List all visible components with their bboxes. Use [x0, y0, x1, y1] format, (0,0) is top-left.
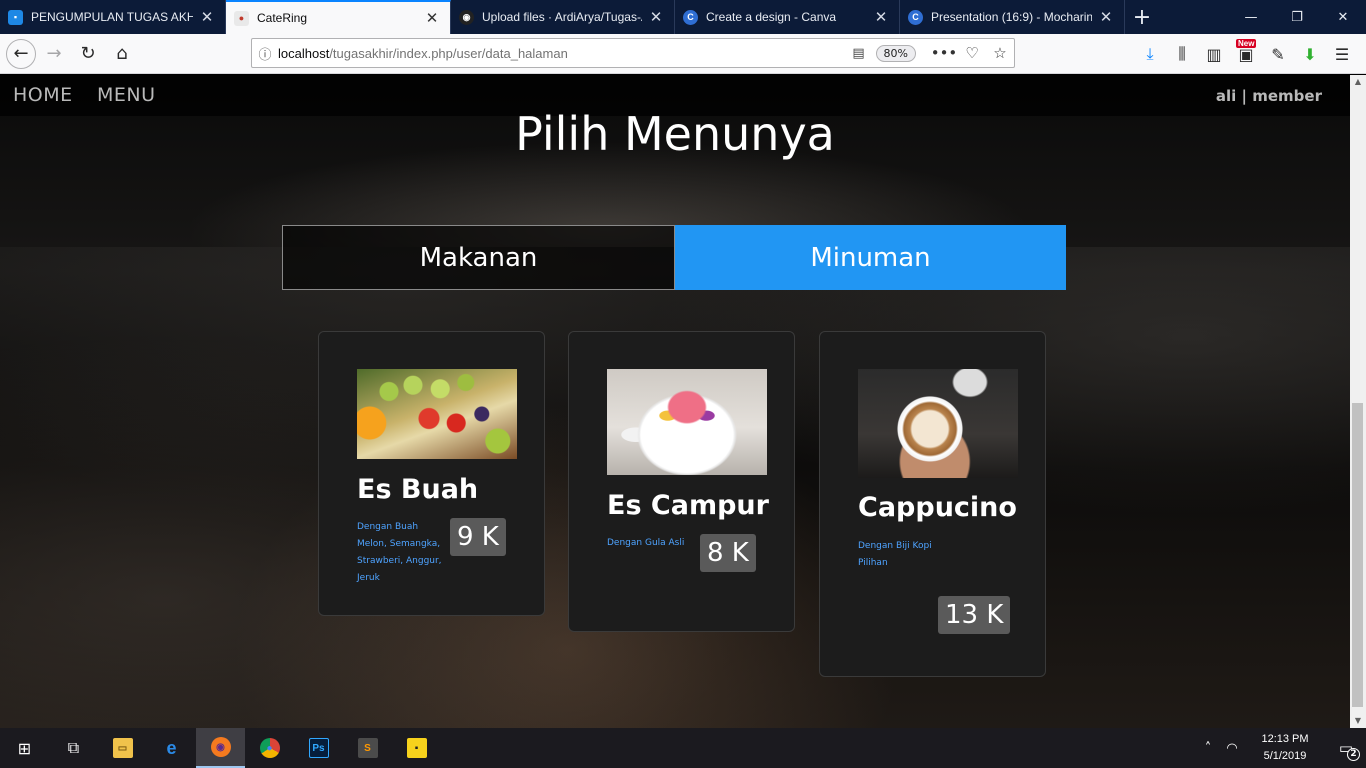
clock-date: 5/1/2019: [1263, 750, 1307, 762]
photoshop-icon[interactable]: Ps: [294, 728, 343, 768]
clock[interactable]: 12:13 PM 5/1/2019: [1252, 731, 1318, 765]
tab-minuman[interactable]: Minuman: [675, 225, 1066, 290]
reader-view-icon[interactable]: ▤: [848, 46, 870, 61]
page-title: Pilih Menunya: [515, 107, 835, 161]
new-tab-button[interactable]: +: [1125, 0, 1159, 34]
item-price: 8 K: [700, 534, 756, 572]
chrome-icon[interactable]: ●: [245, 728, 294, 768]
tab-title: Presentation (16:9) - Mocharin: [931, 10, 1092, 24]
menu-card-es-buah[interactable]: Es Buah Dengan Buah Melon, Semangka, Str…: [318, 331, 545, 616]
scroll-down-icon[interactable]: ▼: [1350, 714, 1366, 728]
close-tab-icon[interactable]: ✕: [873, 8, 889, 26]
item-description: Dengan Biji Kopi Pilihan: [858, 541, 932, 568]
es-campur-image: [607, 369, 767, 475]
extension-icon[interactable]: ▣ New: [1230, 38, 1262, 64]
close-tab-icon[interactable]: ✕: [1098, 8, 1114, 26]
download-helper-icon[interactable]: ⬇: [1294, 45, 1326, 64]
close-tab-icon[interactable]: ✕: [648, 8, 664, 26]
cappucino-image: [858, 369, 1018, 478]
site-info-icon[interactable]: ⓘ: [252, 44, 278, 63]
url-bar[interactable]: ⓘ localhost/tugasakhir/index.php/user/da…: [251, 38, 1015, 68]
es-buah-image: [357, 369, 517, 459]
pocket-icon[interactable]: ♡: [958, 44, 986, 62]
item-price: 13 K: [938, 596, 1011, 634]
tab-title: CateRing: [257, 11, 308, 25]
back-button[interactable]: ←: [6, 38, 36, 69]
downloads-icon[interactable]: ⤓: [1134, 44, 1166, 64]
window-controls: — ❐ ✕: [1228, 0, 1366, 34]
github-icon: ◉: [459, 9, 474, 25]
minimize-icon[interactable]: —: [1228, 0, 1274, 34]
canva-icon: C: [683, 9, 698, 25]
url-path: /tugasakhir/index.php/user/data_halaman: [329, 45, 568, 61]
file-explorer-icon[interactable]: ▭: [98, 728, 147, 768]
bookmark-star-icon[interactable]: ☆: [986, 44, 1014, 62]
zoom-indicator[interactable]: 80%: [875, 44, 916, 62]
new-badge: New: [1236, 38, 1257, 48]
forward-button[interactable]: →: [38, 38, 70, 70]
edge-icon[interactable]: e: [147, 728, 196, 768]
url-text[interactable]: localhost/tugasakhir/index.php/user/data…: [278, 46, 848, 61]
menu-card-es-campur[interactable]: Es Campur Dengan Gula Asli 8 K: [568, 331, 795, 632]
scroll-up-icon[interactable]: ▲: [1350, 75, 1366, 89]
sticky-notes-icon[interactable]: ▪: [392, 728, 441, 768]
toolbar-right: ⤓ ⫼ ▥ ▣ New ✎ ⬇ ☰: [1134, 38, 1358, 70]
canva-icon: C: [908, 9, 923, 25]
url-host: localhost: [278, 45, 330, 61]
page-content: HOME MENU ali | member Pilih Menunya Mak…: [0, 75, 1350, 728]
start-icon[interactable]: ⊞: [0, 728, 49, 768]
task-view-icon[interactable]: ⧉: [49, 728, 98, 768]
tab-makanan[interactable]: Makanan: [282, 225, 675, 290]
close-tab-icon[interactable]: ✕: [424, 9, 440, 27]
system-tray: ˄ ◠ 12:13 PM 5/1/2019 ▭ 2: [1196, 728, 1366, 768]
firefox-icon[interactable]: ◉: [196, 728, 245, 768]
home-button[interactable]: ⌂: [106, 38, 138, 70]
restore-icon[interactable]: ❐: [1274, 0, 1320, 34]
browser-tab-catering[interactable]: ● CateRing ✕: [226, 0, 451, 34]
item-name: Es Campur: [607, 490, 769, 521]
item-name: Es Buah: [357, 474, 479, 505]
page-actions-icon[interactable]: •••: [930, 44, 958, 62]
nav-menu-link[interactable]: MENU: [97, 84, 156, 106]
library-icon[interactable]: ⫼: [1166, 44, 1198, 64]
nav-home-link[interactable]: HOME: [13, 84, 73, 106]
page-scrollbar[interactable]: ▲ ▼: [1350, 75, 1366, 728]
scrollbar-thumb[interactable]: [1352, 403, 1363, 707]
browser-tab-canva[interactable]: C Create a design - Canva ✕: [675, 0, 900, 34]
chevron-up-icon[interactable]: ˄: [1196, 741, 1220, 756]
tab-title: PENGUMPULAN TUGAS AKHIR: [31, 10, 193, 24]
browser-tab-classroom[interactable]: ▪ PENGUMPULAN TUGAS AKHIR ✕: [0, 0, 226, 34]
classroom-icon: ▪: [8, 9, 23, 25]
eyedropper-icon[interactable]: ✎: [1262, 45, 1294, 64]
network-icon[interactable]: ◠: [1220, 741, 1244, 756]
clock-time: 12:13 PM: [1261, 733, 1309, 745]
item-price: 9 K: [450, 518, 506, 556]
tab-title: Upload files · ArdiArya/Tugas-A: [482, 10, 642, 24]
user-info[interactable]: ali | member: [1216, 87, 1322, 105]
item-description: Dengan Buah Melon, Semangka, Strawberi, …: [357, 522, 442, 583]
reload-button[interactable]: ↻: [72, 38, 104, 70]
menu-hamburger-icon[interactable]: ☰: [1326, 45, 1358, 64]
windows-taskbar: ⊞ ⧉ ▭ e ◉ ● Ps S ▪ ˄ ◠ 12:13 PM 5/1/2019…: [0, 728, 1366, 768]
tab-title: Create a design - Canva: [706, 10, 837, 24]
close-tab-icon[interactable]: ✕: [199, 8, 215, 26]
close-window-icon[interactable]: ✕: [1320, 0, 1366, 34]
sidebar-icon[interactable]: ▥: [1198, 45, 1230, 64]
catering-favicon-icon: ●: [234, 10, 249, 26]
browser-tab-github[interactable]: ◉ Upload files · ArdiArya/Tugas-A ✕: [451, 0, 675, 34]
sublime-icon[interactable]: S: [343, 728, 392, 768]
item-name: Cappucino: [858, 492, 1017, 523]
browser-tab-presentation[interactable]: C Presentation (16:9) - Mocharin ✕: [900, 0, 1125, 34]
action-center-icon[interactable]: ▭ 2: [1326, 739, 1366, 761]
browser-toolbar: ← → ↻ ⌂ ⓘ localhost/tugasakhir/index.php…: [0, 34, 1366, 74]
browser-tab-strip: ▪ PENGUMPULAN TUGAS AKHIR ✕ ● CateRing ✕…: [0, 0, 1366, 34]
notification-count: 2: [1347, 748, 1360, 761]
category-tabs: Makanan Minuman: [282, 225, 1066, 290]
menu-card-cappucino[interactable]: Cappucino Dengan Biji Kopi Pilihan 13 K: [819, 331, 1046, 677]
